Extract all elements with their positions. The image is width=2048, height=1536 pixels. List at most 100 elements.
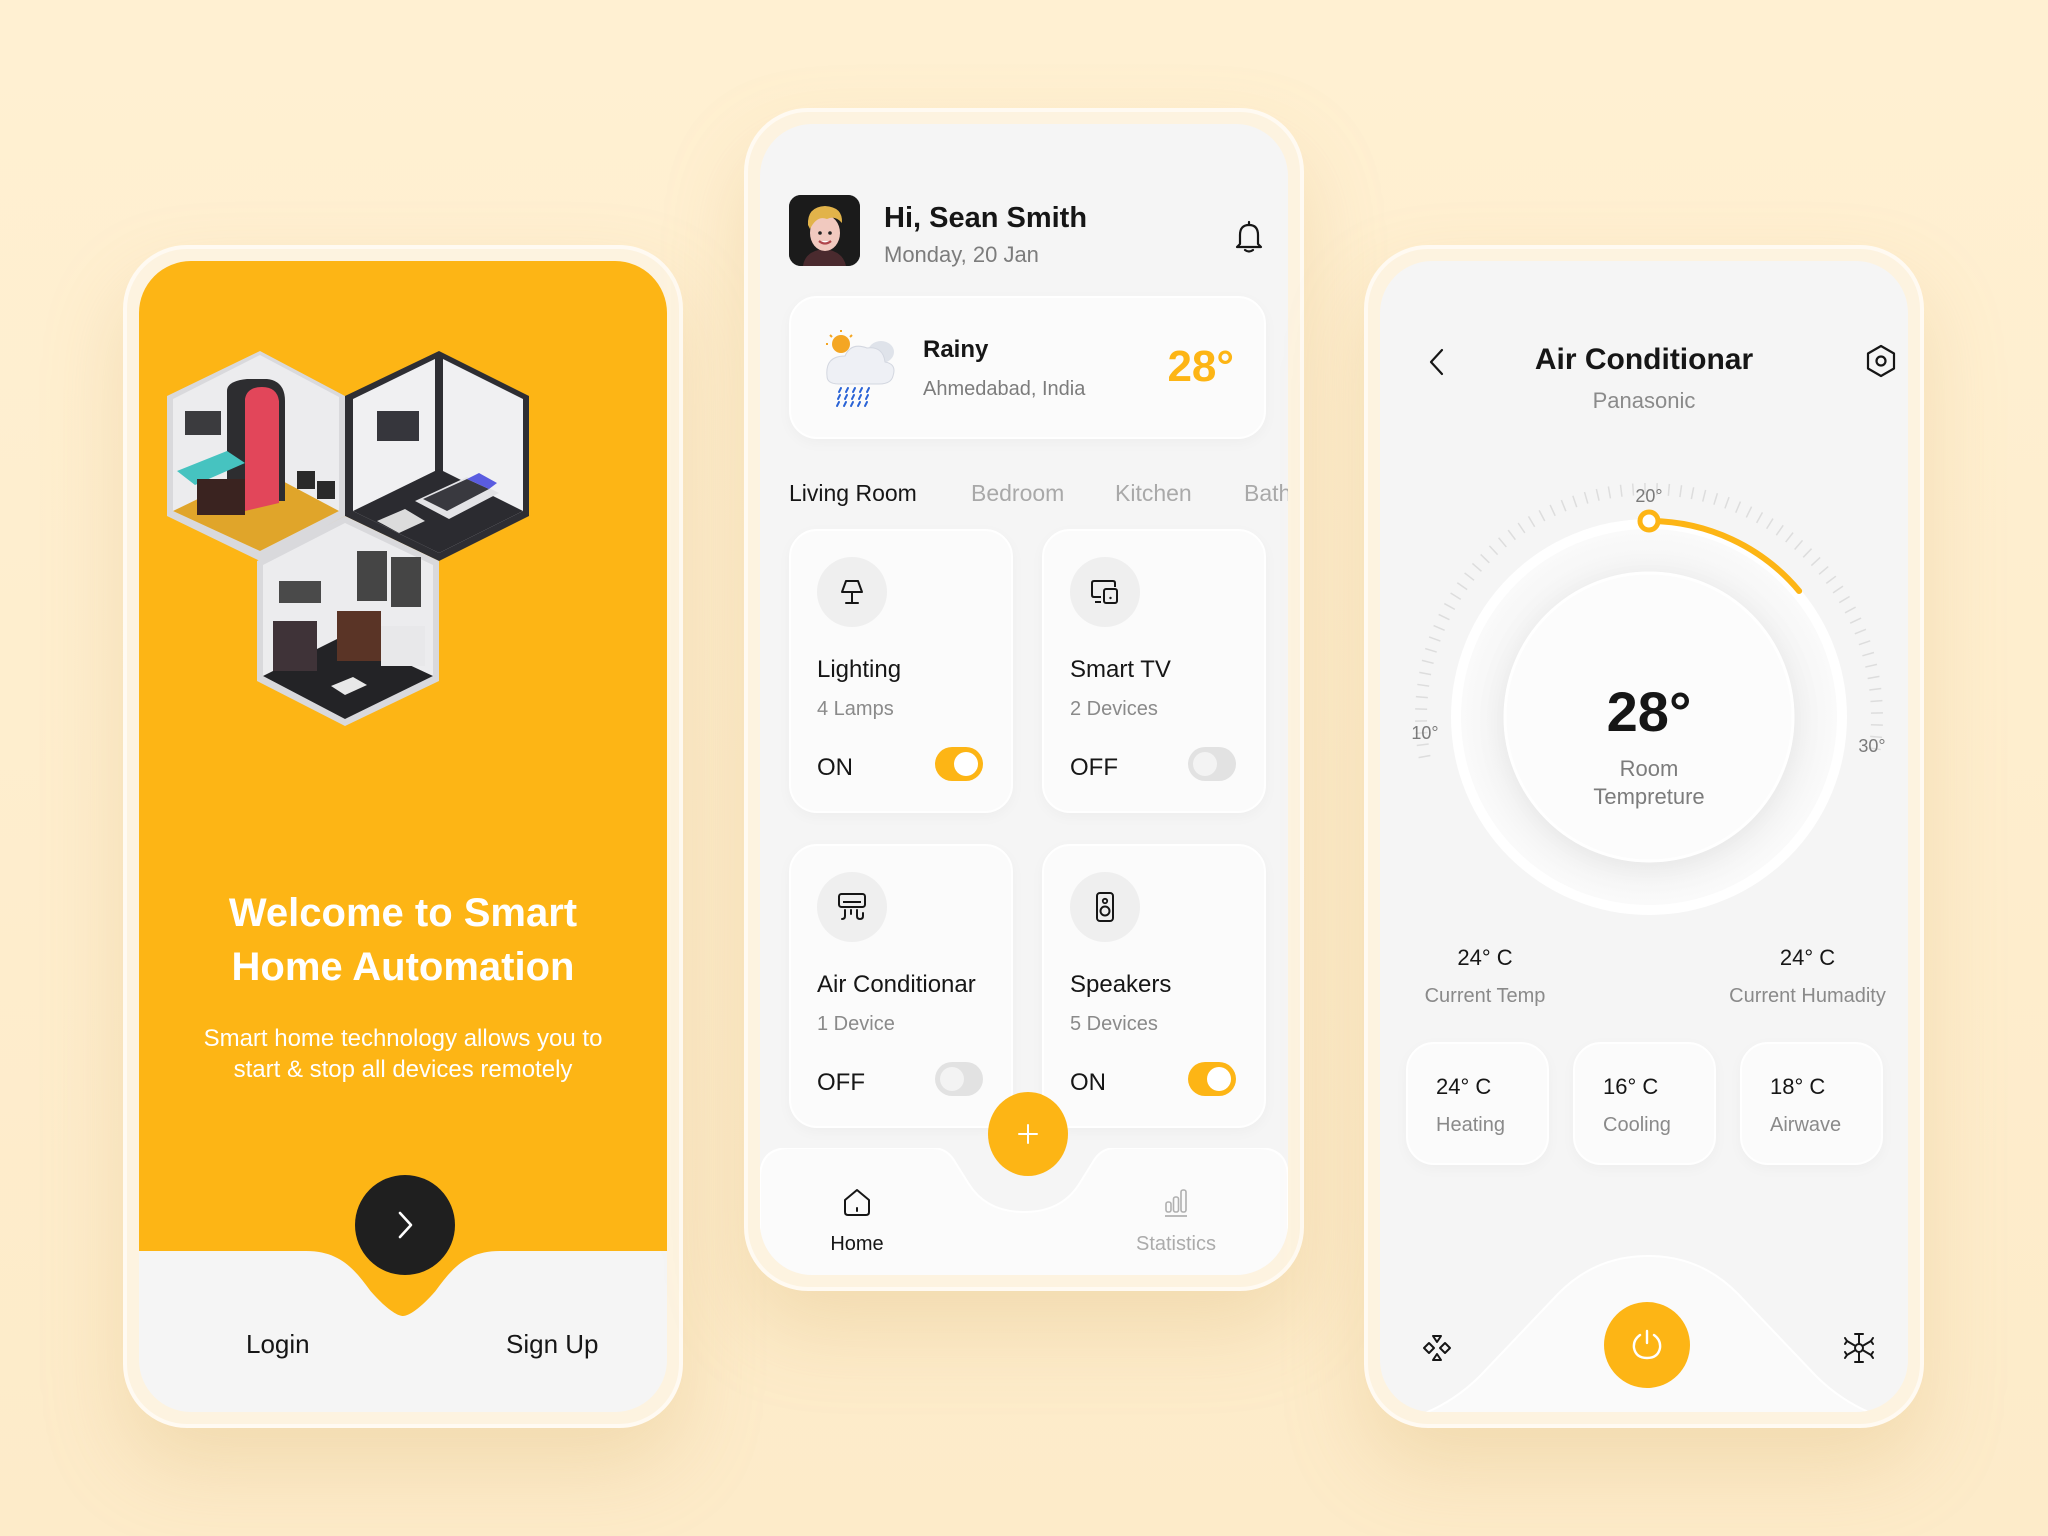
device-card-speakers[interactable]: Speakers 5 Devices ON xyxy=(1042,844,1266,1128)
dial-tick xyxy=(1549,504,1556,517)
next-button[interactable] xyxy=(355,1175,455,1275)
bell-icon[interactable] xyxy=(1234,220,1264,254)
mode-airwave[interactable]: 18° C Airwave xyxy=(1740,1042,1883,1165)
toggle-knob xyxy=(1207,1067,1231,1091)
dial-tick xyxy=(1538,510,1546,522)
dial-tick xyxy=(1724,496,1730,509)
dial-tick xyxy=(1480,553,1490,564)
mode-label: Cooling xyxy=(1603,1114,1671,1136)
device-count: 5 Devices xyxy=(1070,1013,1158,1035)
onboarding-phone: Welcome to Smart Home Automation Smart h… xyxy=(123,245,683,1428)
device-toggle[interactable] xyxy=(1188,747,1236,781)
device-icon-wrap xyxy=(1070,872,1140,942)
dial-label-30: 30° xyxy=(1858,736,1885,756)
power-button[interactable] xyxy=(1604,1302,1690,1388)
mode-cooling[interactable]: 16° C Cooling xyxy=(1573,1042,1716,1165)
temperature-dial[interactable]: 20° 10° 30° 28° Room Tempreture xyxy=(1380,261,1908,1061)
device-toggle[interactable] xyxy=(935,1062,983,1096)
mode-value: 24° C xyxy=(1436,1074,1492,1099)
dial-tick xyxy=(1433,624,1445,631)
nav-statistics[interactable]: Statistics xyxy=(1116,1186,1236,1256)
device-name: Lighting xyxy=(817,656,902,683)
greeting: Hi, Sean Smith xyxy=(884,202,1088,234)
dial-tick xyxy=(1456,582,1468,591)
fan-icon[interactable] xyxy=(1420,1331,1454,1365)
welcome-subtitle: Smart home technology allows you to star… xyxy=(203,1025,603,1083)
dial-tick xyxy=(1865,663,1878,668)
device-state: OFF xyxy=(817,1069,865,1096)
mode-label: Heating xyxy=(1436,1114,1505,1136)
dial-tick xyxy=(1418,754,1431,759)
current-temp-label: Current Temp xyxy=(1424,985,1546,1007)
device-icon-wrap xyxy=(817,557,887,627)
nav-home[interactable]: Home xyxy=(797,1186,917,1256)
welcome-title-line1: Welcome to Smart xyxy=(228,891,578,935)
signup-link[interactable]: Sign Up xyxy=(506,1329,599,1360)
login-link[interactable]: Login xyxy=(246,1329,310,1360)
devices-icon xyxy=(1091,580,1118,604)
dial-tick xyxy=(1849,617,1862,624)
bar-chart-icon xyxy=(1165,1189,1187,1217)
dial-tick xyxy=(1583,491,1589,504)
dial-tick xyxy=(1607,486,1612,499)
dial-tick xyxy=(1443,602,1456,611)
dial-label-10: 10° xyxy=(1411,723,1438,743)
device-toggle[interactable] xyxy=(1188,1062,1236,1096)
dial-tick xyxy=(1450,592,1462,600)
air-conditioner-icon xyxy=(838,893,866,921)
device-card-air-conditioner[interactable]: Air Conditionar 1 Device OFF xyxy=(789,844,1013,1128)
weather-location: Ahmedabad, India xyxy=(923,378,1086,400)
dial-label-20: 20° xyxy=(1635,486,1662,506)
current-humidity-stat: 24° C Current Humadity xyxy=(1710,945,1905,1008)
dial-tick xyxy=(1844,606,1856,614)
device-toggle[interactable] xyxy=(935,747,983,781)
dial-tick xyxy=(1667,483,1671,496)
dial-tick xyxy=(1766,518,1774,530)
home-icon xyxy=(844,1189,870,1216)
device-card-smart-tv[interactable]: Smart TV 2 Devices OFF xyxy=(1042,529,1266,813)
dial-tick xyxy=(1858,640,1871,646)
dial-tick xyxy=(1745,506,1753,518)
dial-tick xyxy=(1415,695,1428,699)
dial-tick xyxy=(1425,647,1437,653)
dial-tick xyxy=(1862,651,1875,657)
weather-card[interactable]: Rainy Ahmedabad, India 28° xyxy=(789,296,1266,439)
current-temp-value: 24° C xyxy=(1457,945,1513,970)
tab-living-room[interactable]: Living Room xyxy=(789,480,917,507)
device-name: Smart TV xyxy=(1070,656,1171,683)
onboarding-screen: Welcome to Smart Home Automation Smart h… xyxy=(139,261,667,1412)
dial-knob[interactable] xyxy=(1637,509,1661,533)
room-temperature-value: 28° xyxy=(1607,680,1692,743)
dial-tick xyxy=(1713,493,1719,505)
weather-temperature: 28° xyxy=(1167,342,1234,391)
mode-heating[interactable]: 24° C Heating xyxy=(1406,1042,1549,1165)
device-count: 2 Devices xyxy=(1070,698,1158,720)
tab-bedroom[interactable]: Bedroom xyxy=(971,480,1064,507)
snowflake-icon[interactable] xyxy=(1842,1330,1876,1366)
mode-value: 16° C xyxy=(1603,1074,1659,1099)
toggle-knob xyxy=(940,1067,964,1091)
current-humidity-value: 24° C xyxy=(1779,945,1836,970)
dial-tick xyxy=(1690,487,1695,500)
dial-tick xyxy=(1488,545,1499,556)
dial-tick xyxy=(1619,484,1623,497)
avatar[interactable] xyxy=(789,195,860,266)
device-icon-wrap xyxy=(817,872,887,942)
weather-condition: Rainy xyxy=(923,336,989,363)
ac-phone: Air Conditionar Panasonic 20° 10° 30° 28… xyxy=(1364,245,1924,1428)
tab-kitchen[interactable]: Kitchen xyxy=(1115,480,1192,507)
dial-tick xyxy=(1870,699,1883,703)
current-humidity-label: Current Humadity xyxy=(1729,985,1886,1007)
device-card-lighting[interactable]: Lighting 4 Lamps ON xyxy=(789,529,1013,813)
dial-tick xyxy=(1527,516,1536,528)
dial-tick xyxy=(1825,575,1837,584)
dial-tick xyxy=(1838,595,1850,604)
mode-value: 18° C xyxy=(1770,1074,1826,1099)
add-device-button[interactable] xyxy=(988,1092,1068,1176)
tab-bath[interactable]: Bath xyxy=(1244,480,1288,507)
plus-icon xyxy=(1018,1124,1038,1144)
room-temperature-label-1: Room xyxy=(1620,756,1679,781)
device-count: 4 Lamps xyxy=(817,698,894,720)
dial-tick xyxy=(1755,511,1764,524)
power-icon xyxy=(1632,1329,1662,1360)
